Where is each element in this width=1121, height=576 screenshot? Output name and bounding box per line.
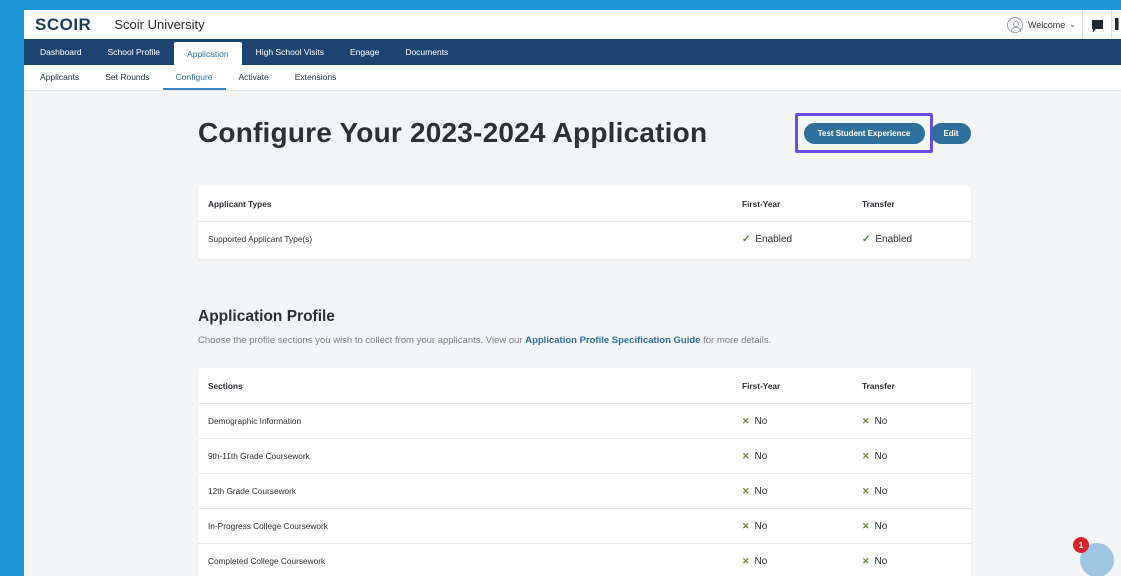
scoir-logo[interactable]: SCOIR: [35, 15, 91, 35]
chat-icon[interactable]: [1083, 10, 1111, 39]
x-mark-icon: ✕: [862, 450, 870, 461]
x-mark-icon: ✕: [742, 415, 750, 426]
transfer-status: ✕ No: [862, 485, 888, 497]
support-chat-icon[interactable]: 1: [1073, 537, 1114, 576]
x-mark-icon: ✕: [862, 415, 870, 426]
transfer-status: ✕ No: [862, 415, 888, 427]
header-applicant-types: Applicant Types: [208, 198, 272, 209]
subtab-activate[interactable]: Activate: [226, 65, 282, 90]
table-row: In-Progress College Coursework ✕ No ✕ No: [198, 508, 971, 543]
row-label: Supported Applicant Type(s): [208, 234, 313, 244]
top-bar: SCOIR Scoir University Welcome ⌄ ▌: [24, 10, 1121, 39]
transfer-status: ✕ No: [862, 555, 888, 567]
subtab-configure[interactable]: Configure: [162, 65, 226, 90]
tab-high-school-visits[interactable]: High School Visits: [243, 39, 337, 65]
x-mark-icon: ✕: [862, 555, 870, 566]
tab-dashboard[interactable]: Dashboard: [27, 39, 95, 65]
header-sections: Sections: [208, 380, 243, 391]
subtab-extensions[interactable]: Extensions: [282, 65, 350, 90]
user-avatar-icon[interactable]: [1006, 16, 1023, 33]
first-year-status: ✕ No: [742, 415, 768, 427]
tab-application[interactable]: Application: [174, 42, 242, 65]
x-mark-icon: ✕: [862, 485, 870, 496]
test-student-experience-button[interactable]: Test Student Experience: [803, 122, 925, 144]
table-row: 9th-11th Grade Coursework ✕ No ✕ No: [198, 438, 971, 473]
first-year-status: ✕ No: [742, 450, 768, 462]
more-icon[interactable]: ▌: [1111, 10, 1121, 39]
application-profile-description: Choose the profile sections you wish to …: [198, 335, 772, 346]
header-first-year: First-Year: [742, 198, 781, 209]
header-transfer: Transfer: [862, 380, 895, 391]
account-area: Welcome ⌄ ▌: [1006, 10, 1121, 39]
university-name: Scoir University: [114, 17, 205, 32]
specification-guide-link[interactable]: Application Profile Specification Guide: [525, 335, 700, 346]
profile-sections-table: Sections First-Year Transfer Demographic…: [198, 368, 971, 576]
subtab-applicants[interactable]: Applicants: [27, 65, 92, 90]
x-mark-icon: ✕: [742, 450, 750, 461]
tab-school-profile[interactable]: School Profile: [95, 39, 173, 65]
edit-button[interactable]: Edit: [931, 123, 971, 144]
row-label: 12th Grade Coursework: [208, 486, 297, 496]
x-mark-icon: ✕: [742, 520, 750, 531]
row-label: 9th-11th Grade Coursework: [208, 451, 310, 461]
checkmark-icon: ✓: [742, 233, 751, 245]
table-row: Demographic Information ✕ No ✕ No: [198, 403, 971, 438]
application-profile-heading: Application Profile: [198, 308, 335, 325]
tab-engage[interactable]: Engage: [337, 39, 392, 65]
chevron-down-icon[interactable]: ⌄: [1069, 20, 1076, 29]
table-row: Completed College Coursework ✕ No ✕ No: [198, 543, 971, 576]
first-year-status: ✕ No: [742, 555, 768, 567]
header-transfer: Transfer: [862, 198, 895, 209]
table-row: 12th Grade Coursework ✕ No ✕ No: [198, 473, 971, 508]
x-mark-icon: ✕: [862, 520, 870, 531]
header-first-year: First-Year: [742, 380, 781, 391]
tab-documents[interactable]: Documents: [392, 39, 461, 65]
table-header-row: Applicant Types First-Year Transfer: [198, 186, 971, 221]
transfer-status: ✓ Enabled: [862, 233, 913, 245]
table-header-row: Sections First-Year Transfer: [198, 368, 971, 403]
row-label: In-Progress College Coursework: [208, 521, 328, 531]
main-nav: Dashboard School Profile Application Hig…: [24, 39, 1121, 65]
page-title: Configure Your 2023-2024 Application: [198, 117, 708, 148]
applicant-types-table: Applicant Types First-Year Transfer Supp…: [198, 186, 971, 259]
x-mark-icon: ✕: [742, 485, 750, 496]
row-label: Demographic Information: [208, 416, 302, 426]
welcome-menu[interactable]: Welcome: [1028, 20, 1065, 30]
app-window: SCOIR Scoir University Welcome ⌄ ▌ Dashb…: [24, 10, 1121, 576]
x-mark-icon: ✕: [742, 555, 750, 566]
subtab-set-rounds[interactable]: Set Rounds: [92, 65, 162, 90]
sub-nav: Applicants Set Rounds Configure Activate…: [24, 65, 1121, 91]
row-label: Completed College Coursework: [208, 556, 326, 566]
table-row: Supported Applicant Type(s) ✓ Enabled ✓ En…: [198, 221, 971, 256]
transfer-status: ✕ No: [862, 450, 888, 462]
first-year-status: ✕ No: [742, 520, 768, 532]
first-year-status: ✕ No: [742, 485, 768, 497]
test-button-highlight: Test Student Experience: [795, 113, 933, 153]
transfer-status: ✕ No: [862, 520, 888, 532]
checkmark-icon: ✓: [862, 233, 871, 245]
notification-badge: 1: [1073, 537, 1089, 553]
first-year-status: ✓ Enabled: [742, 233, 793, 245]
